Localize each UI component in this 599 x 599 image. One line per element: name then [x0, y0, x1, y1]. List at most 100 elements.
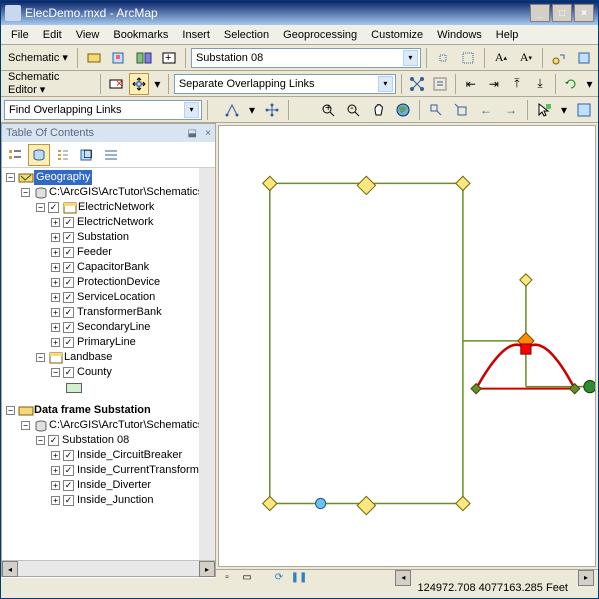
font-larger-icon[interactable]: A▾	[515, 47, 537, 69]
svg-text:×: ×	[116, 78, 122, 90]
decrease-symbol-icon[interactable]	[432, 47, 454, 69]
tree-layer[interactable]: Inside_Diverter	[77, 478, 151, 493]
schematic-layer-value: Substation 08	[196, 52, 263, 64]
tree-gdb1[interactable]: C:\ArcGIS\ArcTutor\Schematics	[49, 185, 203, 200]
tree-layer[interactable]: TransformerBank	[77, 305, 162, 320]
expand-icon[interactable]: −	[6, 173, 15, 182]
select-features-icon[interactable]	[533, 99, 555, 121]
refresh-icon[interactable]: ⟳	[272, 571, 286, 585]
map-scroll-right[interactable]: ▸	[578, 570, 594, 586]
menu-view[interactable]: View	[70, 27, 106, 43]
layout-view-icon[interactable]: ▭	[240, 571, 254, 585]
tree-gdb2[interactable]: C:\ArcGIS\ArcTutor\Schematics	[49, 418, 203, 433]
menu-edit[interactable]: Edit	[37, 27, 68, 43]
toc-scrollbar-h[interactable]: ◂▸	[2, 560, 215, 576]
align-bottom-icon[interactable]: ⤓	[530, 73, 550, 95]
network-tool-icon[interactable]	[261, 99, 283, 121]
fixed-zoom-out-icon[interactable]	[450, 99, 472, 121]
next-extent-icon[interactable]: →	[500, 99, 522, 121]
pan-icon[interactable]	[367, 99, 389, 121]
tree-layer[interactable]: SecondaryLine	[77, 320, 150, 335]
menu-selection[interactable]: Selection	[218, 27, 275, 43]
tree-layer[interactable]: Inside_Junction	[77, 493, 153, 508]
layout-task-value: Separate Overlapping Links	[179, 78, 315, 90]
maximize-button[interactable]: □	[552, 4, 572, 22]
pause-icon[interactable]: ❚❚	[292, 571, 306, 585]
tree-layer[interactable]: ProtectionDevice	[77, 275, 160, 290]
tree-layer[interactable]: Inside_CircuitBreaker	[77, 448, 182, 463]
diagram-properties-icon[interactable]	[133, 47, 155, 69]
menu-file[interactable]: File	[5, 27, 35, 43]
align-right-icon[interactable]: ⇥	[484, 73, 504, 95]
fixed-zoom-in-icon[interactable]	[425, 99, 447, 121]
stop-editing-icon[interactable]: ×	[106, 73, 126, 95]
apply-layout-icon[interactable]	[407, 73, 427, 95]
trace-tool-icon[interactable]	[221, 99, 243, 121]
list-by-source-icon[interactable]	[28, 144, 50, 166]
font-smaller-icon[interactable]: A▴	[490, 47, 512, 69]
save-edits-icon[interactable]: +	[158, 47, 180, 69]
trace-dropdown-icon[interactable]: ▾	[246, 99, 258, 121]
tree-substation08[interactable]: Substation 08	[62, 433, 129, 448]
tree-layer[interactable]: ElectricNetwork	[77, 215, 153, 230]
layout-properties-icon[interactable]	[430, 73, 450, 95]
list-by-drawing-icon[interactable]	[4, 144, 26, 166]
align-left-icon[interactable]: ⇤	[461, 73, 481, 95]
options-icon[interactable]	[100, 144, 122, 166]
list-by-selection-icon[interactable]: ☐	[76, 144, 98, 166]
tree-frame2[interactable]: Data frame Substation	[34, 403, 151, 418]
menu-help[interactable]: Help	[490, 27, 525, 43]
geodatabase-icon	[33, 418, 49, 434]
rotate-dropdown-icon[interactable]: ▾	[584, 73, 595, 95]
tree-layer[interactable]: Substation	[77, 230, 129, 245]
minimize-button[interactable]: _	[530, 4, 550, 22]
increase-symbol-icon[interactable]	[457, 47, 479, 69]
status-coordinates: 124972.708 4077163.285 Feet	[418, 582, 568, 594]
list-by-visibility-icon[interactable]	[52, 144, 74, 166]
rotate-tool-icon[interactable]	[561, 73, 581, 95]
zoom-out-icon[interactable]: -	[342, 99, 364, 121]
tree-landbase[interactable]: Landbase	[64, 350, 112, 365]
toc-scrollbar-v[interactable]	[199, 168, 215, 560]
trace-task-dropdown[interactable]: Find Overlapping Links ▾	[4, 100, 202, 120]
tree-layer[interactable]: CapacitorBank	[77, 260, 149, 275]
map-scroll-left[interactable]: ◂	[395, 570, 411, 586]
schematic-layer-dropdown[interactable]: Substation 08 ▾	[191, 48, 421, 68]
trace-task-value: Find Overlapping Links	[9, 104, 122, 116]
schematic-editor-menu[interactable]: Schematic Editor ▾	[4, 69, 95, 98]
zoom-in-icon[interactable]: +	[317, 99, 339, 121]
toc-close-icon[interactable]: ×	[205, 128, 211, 139]
geodatabase-icon	[33, 185, 49, 201]
tree-electricnetwork[interactable]: ElectricNetwork	[78, 200, 154, 215]
clear-selected-icon[interactable]	[573, 47, 595, 69]
tree-layer[interactable]: Inside_CurrentTransformer	[77, 463, 209, 478]
tree-layer[interactable]: ServiceLocation	[77, 290, 155, 305]
map-canvas[interactable]	[218, 125, 596, 567]
checkbox-icon[interactable]: ✓	[48, 202, 59, 213]
generate-diagram-icon[interactable]	[83, 47, 105, 69]
toc-tree[interactable]: − Geography − C:\ArcGIS\ArcTutor\Schemat…	[2, 168, 215, 560]
select-move-tool-icon[interactable]	[129, 73, 149, 95]
close-button[interactable]: ×	[574, 4, 594, 22]
tree-county[interactable]: County	[77, 365, 112, 380]
select-dropdown-icon[interactable]: ▾	[558, 99, 570, 121]
clear-selection-icon[interactable]	[573, 99, 595, 121]
update-diagram-icon[interactable]	[108, 47, 130, 69]
pin-icon[interactable]: ⬓	[188, 128, 197, 139]
propagate-icon[interactable]	[548, 47, 570, 69]
menu-geoprocessing[interactable]: Geoprocessing	[277, 27, 363, 43]
menu-customize[interactable]: Customize	[365, 27, 429, 43]
dropdown-arrow-icon[interactable]: ▾	[152, 73, 163, 95]
tree-layer[interactable]: Feeder	[77, 245, 112, 260]
layout-task-dropdown[interactable]: Separate Overlapping Links ▾	[174, 74, 396, 94]
menu-windows[interactable]: Windows	[431, 27, 488, 43]
menu-bookmarks[interactable]: Bookmarks	[107, 27, 174, 43]
schematic-menu[interactable]: Schematic ▾	[4, 49, 72, 66]
tree-geography[interactable]: Geography	[34, 170, 92, 185]
menu-insert[interactable]: Insert	[176, 27, 216, 43]
align-top-icon[interactable]: ⤒	[507, 73, 527, 95]
prev-extent-icon[interactable]: ←	[475, 99, 497, 121]
tree-layer[interactable]: PrimaryLine	[77, 335, 136, 350]
full-extent-icon[interactable]	[392, 99, 414, 121]
data-view-icon[interactable]: ▫	[220, 571, 234, 585]
